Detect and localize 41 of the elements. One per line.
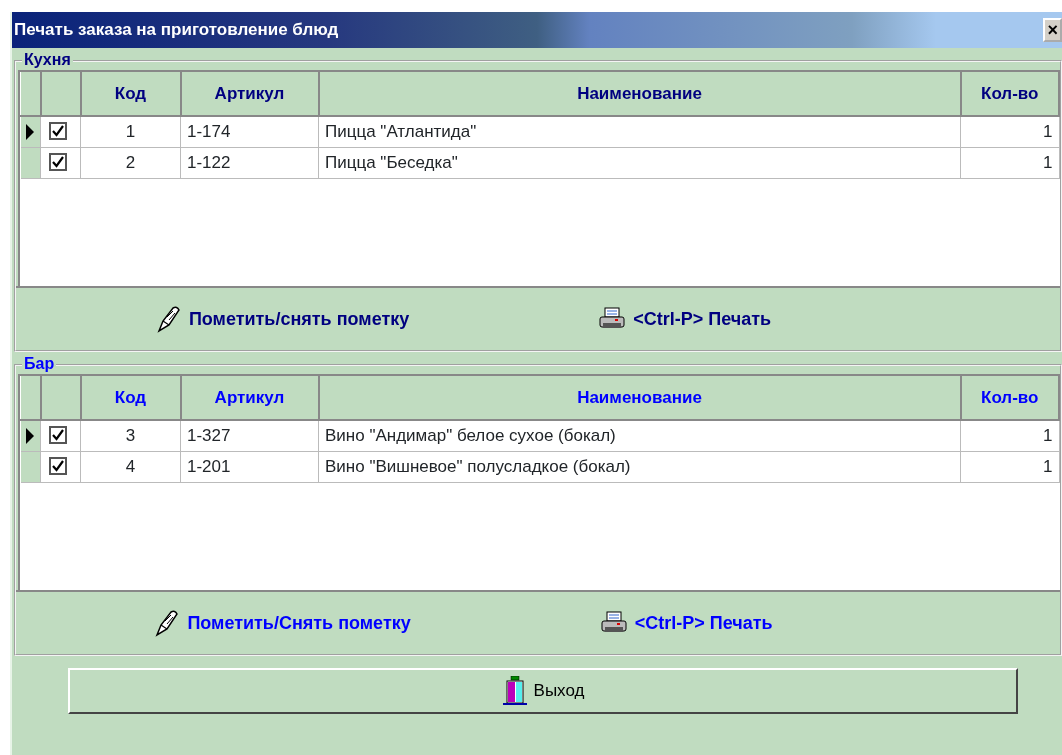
column-header[interactable]: Код	[80, 376, 181, 420]
exit-button[interactable]: Выход	[68, 668, 1018, 714]
column-header[interactable]: Наименование	[318, 72, 961, 116]
door-icon	[501, 676, 528, 706]
column-header[interactable]: Артикул	[180, 72, 319, 116]
checkbox[interactable]	[49, 152, 67, 171]
table-cell: Вино "Андимар" белое сухое (бокал)	[318, 420, 961, 451]
table-cell: 1	[80, 116, 181, 147]
table-cell: 3	[80, 420, 181, 451]
table-cell: 1	[960, 451, 1059, 482]
column-header[interactable]: Наименование	[318, 376, 961, 420]
table-cell: 1	[960, 147, 1059, 178]
checkbox[interactable]	[49, 456, 67, 475]
table-cell: 2	[80, 147, 181, 178]
table-cell: 1-201	[180, 451, 319, 482]
column-header[interactable]: Артикул	[180, 376, 319, 420]
mark-button[interactable]: Пометить/снять пометку	[154, 305, 410, 333]
print-button[interactable]: <Ctrl-P> Печать	[600, 609, 773, 637]
checkbox[interactable]	[49, 122, 67, 140]
printer-icon	[599, 307, 626, 331]
table-cell: Пицца "Атлантида"	[318, 116, 961, 147]
table-cell: Пицца "Беседка"	[318, 147, 961, 178]
table-cell: Вино "Вишневое" полусладкое (бокал)	[318, 451, 961, 482]
print-button[interactable]: <Ctrl-P> Печать	[599, 305, 772, 333]
column-header[interactable]: Код	[80, 72, 181, 116]
group-title: Бар	[22, 354, 57, 374]
table-cell: 1-122	[180, 147, 319, 178]
window-title: Печать заказа на приготовление блюд	[14, 19, 339, 42]
column-header[interactable]: Кол-во	[960, 376, 1059, 420]
close-button[interactable]: ×	[1043, 18, 1062, 42]
quill-icon	[153, 609, 180, 637]
table-cell: 1	[960, 116, 1059, 147]
printer-icon	[600, 611, 627, 635]
group-title: Кухня	[22, 50, 73, 70]
table-cell: 1-174	[180, 116, 319, 147]
column-header[interactable]: Кол-во	[960, 72, 1059, 116]
table-cell: 1-327	[180, 420, 319, 451]
checkbox[interactable]	[49, 426, 67, 444]
table-cell: 4	[80, 451, 181, 482]
mark-button[interactable]: Пометить/Снять пометку	[153, 609, 411, 637]
table-cell: 1	[960, 420, 1059, 451]
